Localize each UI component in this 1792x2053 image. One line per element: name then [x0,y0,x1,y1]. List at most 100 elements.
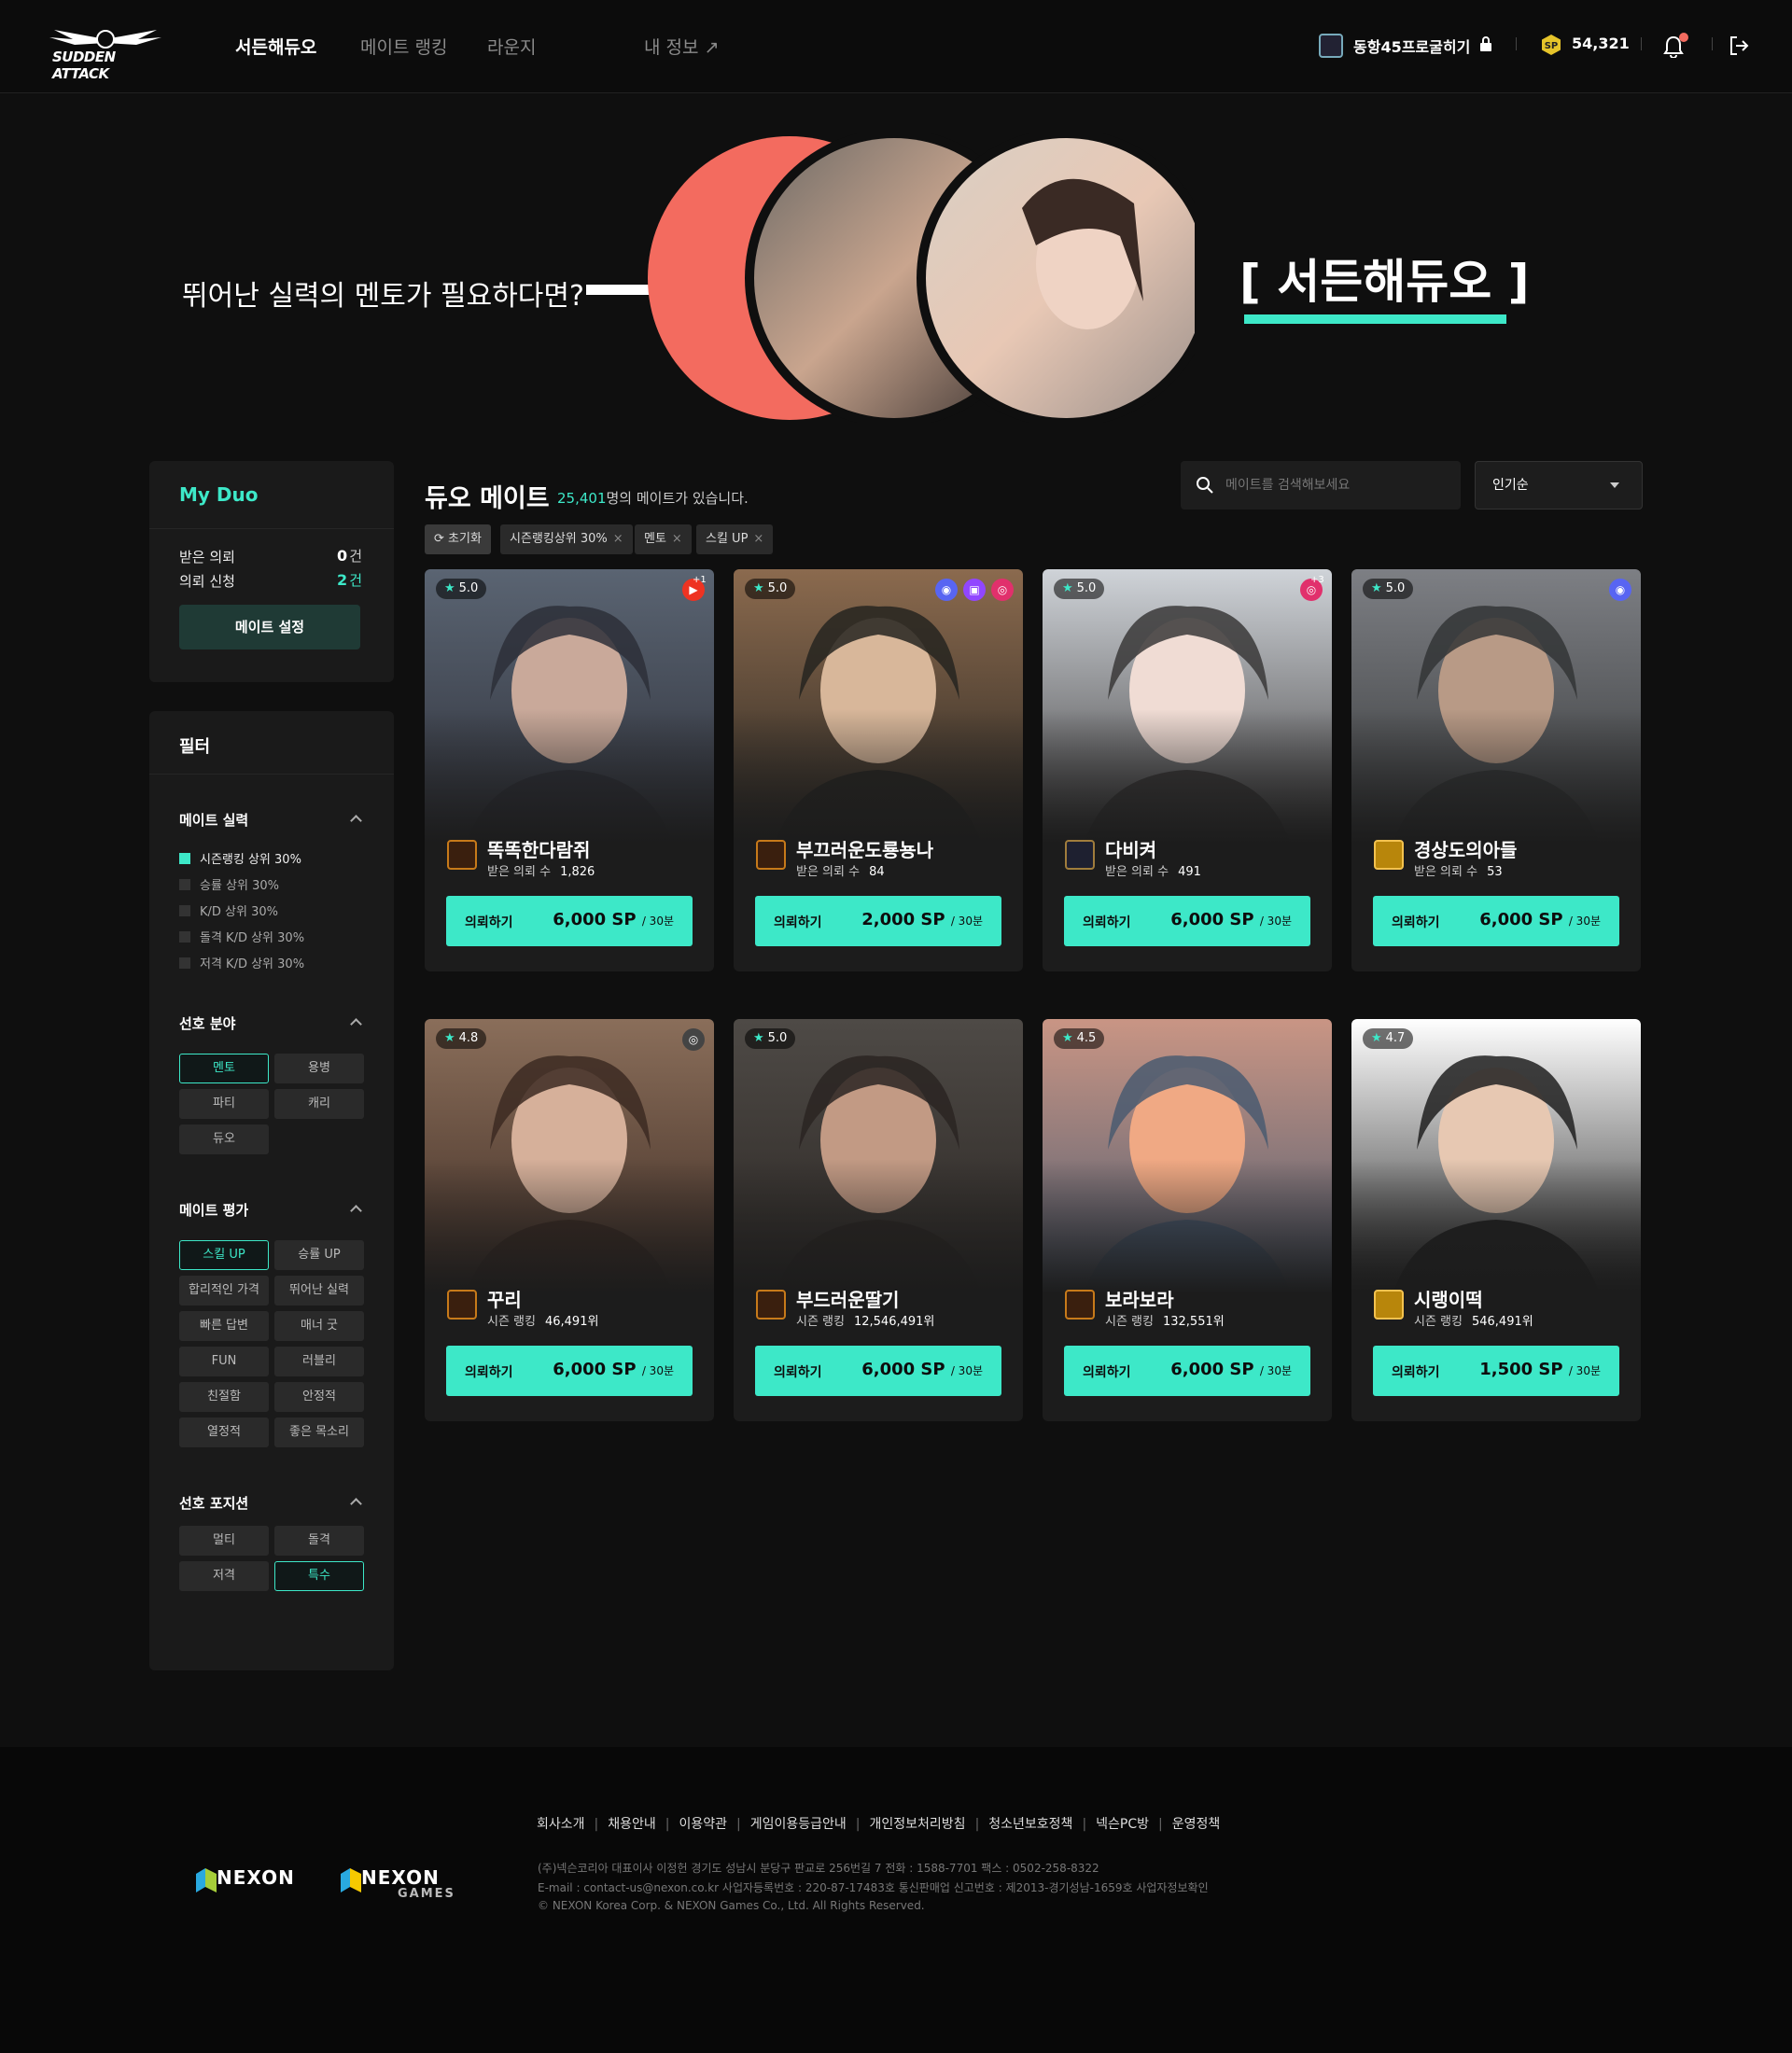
request-button[interactable]: 의뢰하기 6,000 SP / 30분 [446,1346,693,1396]
chevron-up-icon[interactable] [350,815,362,827]
skill-option-season-rank[interactable]: 시즌랭킹 상위 30% [179,849,301,867]
logout-icon[interactable] [1729,35,1749,56]
mate-card[interactable]: ★ 5.0 ◎ +3 다비켜 받은 의뢰 수 491 의뢰하기 6,000 SP / … [1043,569,1332,971]
divider [149,528,394,529]
request-label: 의뢰하기 [1083,1365,1131,1380]
nexon-games-logo[interactable]: NEXON [361,1866,440,1889]
search-box[interactable] [1181,461,1461,510]
tag-fun[interactable]: FUN [179,1347,269,1376]
username[interactable]: 동항45프로굴히기 [1353,35,1470,57]
tag-kind[interactable]: 친절함 [179,1382,269,1412]
nav-mate-ranking[interactable]: 메이트 랭킹 [360,34,447,59]
mate-card[interactable]: ★ 5.0 부드러운딸기 시즌 랭킹 12,546,491위 의뢰하기 6,000 … [734,1019,1023,1421]
skill-option-winrate[interactable]: 승률 상위 30% [179,875,279,893]
request-button[interactable]: 의뢰하기 6,000 SP / 30분 [1064,896,1310,946]
chevron-up-icon[interactable] [350,1205,362,1217]
tag-passionate[interactable]: 열정적 [179,1418,269,1447]
tag-multi[interactable]: 멀티 [179,1526,269,1556]
request-button[interactable]: 의뢰하기 2,000 SP / 30분 [755,896,1001,946]
footer-link[interactable]: 운영정책 [1172,1817,1221,1832]
tag-skill-up[interactable]: 스킬 UP [179,1240,269,1270]
rank-icon [447,840,477,870]
tag-great-skill[interactable]: 뛰어난 실력 [274,1276,364,1306]
my-duo-title: My Duo [179,483,259,506]
mate-stat: 시즌 랭킹 546,491위 [1414,1315,1533,1329]
chip-season-rank[interactable]: 시즌랭킹상위 30% × [500,524,633,554]
request-button[interactable]: 의뢰하기 6,000 SP / 30분 [446,896,693,946]
mate-card[interactable]: ★ 5.0 ◉ 경상도의아들 받은 의뢰 수 53 의뢰하기 6,000 SP / … [1351,569,1641,971]
tag-carry[interactable]: 캐리 [274,1089,364,1119]
tag-assault[interactable]: 돌격 [274,1526,364,1556]
price: 2,000 SP / 30분 [861,910,983,929]
skill-option-kd[interactable]: K/D 상위 30% [179,901,278,919]
mate-card[interactable]: ★ 4.7 시랭이떡 시즌 랭킹 546,491위 의뢰하기 1,500 SP / … [1351,1019,1641,1421]
request-button[interactable]: 의뢰하기 6,000 SP / 30분 [1373,896,1619,946]
divider [149,774,394,775]
tag-mercenary[interactable]: 용병 [274,1054,364,1083]
skill-option-sniper-kd[interactable]: 저격 K/D 상위 30% [179,954,304,971]
tag-party[interactable]: 파티 [179,1089,269,1119]
field-filter-title: 선호 분야 [179,1015,236,1032]
skill-option-assault-kd[interactable]: 돌격 K/D 상위 30% [179,928,304,945]
nexon-logo-icon [196,1868,217,1892]
sudden-attack-logo[interactable]: SUDDEN ATTACK [45,26,166,82]
social-icon[interactable]: ▣ [963,579,986,601]
star-icon: ★ [444,581,455,595]
mate-name: 다비켜 [1105,839,1157,861]
footer-link[interactable]: 청소년보호정책 [988,1817,1072,1832]
nav-sudden-duo[interactable]: 서든해듀오 [235,34,316,59]
received-count: 0건 [337,547,362,565]
footer-link[interactable]: 개인정보처리방침 [870,1817,966,1832]
requested-count[interactable]: 2건 [337,570,362,590]
social-icon[interactable]: ◉ [1609,579,1631,601]
mate-stat: 시즌 랭킹 12,546,491위 [796,1315,935,1329]
social-icon[interactable]: ◎ [682,1028,705,1051]
tag-winrate-up[interactable]: 승률 UP [274,1240,364,1270]
tag-fast-reply[interactable]: 빠른 답변 [179,1311,269,1341]
tag-lovely[interactable]: 러블리 [274,1347,364,1376]
mate-settings-button[interactable]: 메이트 설정 [179,605,360,649]
request-button[interactable]: 의뢰하기 1,500 SP / 30분 [1373,1346,1619,1396]
chip-mentor[interactable]: 멘토 × [635,524,692,554]
close-icon[interactable]: × [672,532,682,546]
mate-stat: 시즌 랭킹 132,551위 [1105,1315,1225,1329]
tag-reasonable-price[interactable]: 합리적인 가격 [179,1276,269,1306]
nexon-logo[interactable]: NEXON [217,1866,295,1889]
close-icon[interactable]: × [753,532,763,546]
tag-sniper[interactable]: 저격 [179,1561,269,1591]
reset-filters-chip[interactable]: ⟳ 초기화 [425,524,491,554]
search-input[interactable] [1225,461,1449,510]
social-icon[interactable]: ◎ [991,579,1014,601]
price: 6,000 SP / 30분 [553,1360,674,1379]
banner-tagline: 뛰어난 실력의 멘토가 필요하다면? [182,280,584,313]
footer-link[interactable]: 이용약관 [679,1817,728,1832]
footer-link[interactable]: 게임이용등급안내 [750,1817,847,1832]
tag-mentor[interactable]: 멘토 [179,1054,269,1083]
tag-good-voice[interactable]: 좋은 목소리 [274,1418,364,1447]
tag-special[interactable]: 특수 [274,1561,364,1591]
nav-lounge[interactable]: 라운지 [487,34,536,59]
nav-my-info[interactable]: 내 정보 ↗ [644,34,719,59]
tag-stable[interactable]: 안정적 [274,1382,364,1412]
request-button[interactable]: 의뢰하기 6,000 SP / 30분 [755,1346,1001,1396]
tag-duo[interactable]: 듀오 [179,1124,269,1154]
mate-card[interactable]: ★ 4.8 ◎ 꾸리 시즌 랭킹 46,491위 의뢰하기 6,000 SP / 3… [425,1019,714,1421]
banner-art [648,133,1195,423]
request-button[interactable]: 의뢰하기 6,000 SP / 30분 [1064,1346,1310,1396]
footer-link[interactable]: 넥슨PC방 [1096,1817,1149,1832]
mate-card[interactable]: ★ 4.5 보라보라 시즌 랭킹 132,551위 의뢰하기 6,000 SP / … [1043,1019,1332,1421]
mate-card[interactable]: ★ 5.0 ▶ +1 똑똑한다람쥐 받은 의뢰 수 1,826 의뢰하기 6,000 … [425,569,714,971]
sort-dropdown[interactable]: 인기순 [1475,461,1643,510]
more-socials-badge: +3 [1310,575,1324,585]
social-icon[interactable]: ◉ [935,579,958,601]
chip-skill-up[interactable]: 스킬 UP × [696,524,774,554]
rank-icon [1065,840,1095,870]
close-icon[interactable]: × [613,532,623,546]
lock-icon [1480,36,1491,51]
chevron-up-icon[interactable] [350,1018,362,1030]
tag-good-manner[interactable]: 매너 굿 [274,1311,364,1341]
mate-card[interactable]: ★ 5.0 ◉ ▣ ◎ 부끄러운도룡뇽나 받은 의뢰 수 84 의뢰하기 2,000 S… [734,569,1023,971]
footer-link[interactable]: 회사소개 [537,1817,585,1832]
chevron-up-icon[interactable] [350,1498,362,1510]
footer-link[interactable]: 채용안내 [608,1817,656,1832]
